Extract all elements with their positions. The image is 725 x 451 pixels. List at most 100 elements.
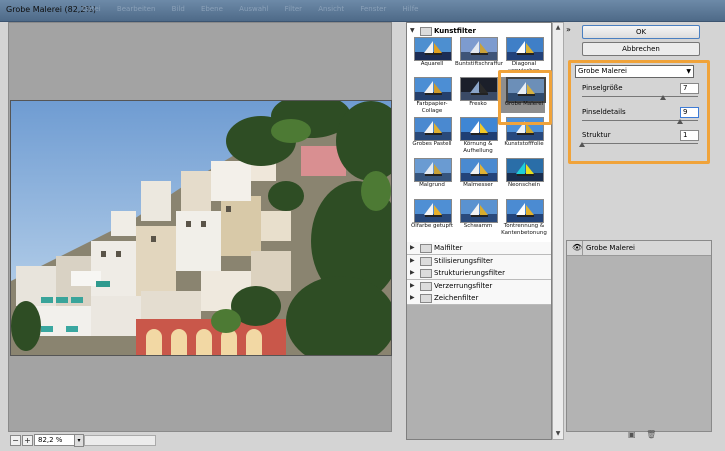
filter-thumb[interactable]: Fresko (455, 77, 501, 119)
filter-select-value: Grobe Malerei (578, 67, 627, 75)
zoom-scroll-track[interactable] (84, 435, 156, 446)
menu-item[interactable]: Auswahl (239, 5, 268, 13)
filter-thumb-image[interactable] (460, 158, 498, 182)
folder-row[interactable]: ▶ Malfilter (407, 242, 551, 255)
filter-thumb-image[interactable] (414, 199, 452, 223)
slider-track-pinselgroesse[interactable] (582, 96, 698, 97)
slider-track-struktur[interactable] (582, 143, 698, 144)
triangle-right-icon[interactable]: ▶ (410, 242, 415, 254)
slider-thumb-pinseldetails[interactable] (677, 119, 684, 124)
filter-thumb[interactable]: Grobe Malerei (501, 77, 547, 119)
filter-thumb-label: Malmesser (463, 182, 493, 188)
folder-icon (420, 294, 432, 303)
filter-thumb-image[interactable] (460, 199, 498, 223)
menu-bar: Datei Bearbeiten Bild Ebene Auswahl Filt… (82, 5, 432, 13)
param-label-pinseldetails: Pinseldetails (582, 108, 626, 116)
folder-row[interactable]: ▶ Strukturierungsfilter (407, 267, 551, 280)
menu-item[interactable]: Ebene (201, 5, 223, 13)
filter-thumb-label: Malgrund (419, 182, 445, 188)
filter-thumb-image[interactable] (506, 37, 544, 61)
folder-label: Stilisierungsfilter (434, 256, 494, 265)
folder-icon (420, 269, 432, 278)
param-label-struktur: Struktur (582, 131, 611, 139)
filter-select[interactable]: Grobe Malerei ▼ (575, 65, 694, 78)
filter-thumb[interactable]: Kunststofffolie (501, 117, 547, 159)
filter-thumb-image[interactable] (460, 37, 498, 61)
param-input-pinseldetails[interactable]: 9 (680, 107, 699, 118)
filter-thumb[interactable]: Neonschein (501, 158, 547, 200)
scroll-down-icon[interactable]: ▼ (554, 430, 562, 438)
folder-row[interactable]: ▶ Zeichenfilter (407, 292, 551, 305)
slider-thumb-struktur[interactable] (579, 142, 585, 147)
menu-item[interactable]: Bild (172, 5, 185, 13)
folder-kunstfilter[interactable]: ▼ Kunstfilter (407, 25, 551, 37)
double-chevron-up-icon[interactable]: » (566, 25, 571, 34)
filter-thumb[interactable]: Aquarell (409, 37, 455, 79)
effect-layer-name: Grobe Malerei (586, 244, 635, 252)
delete-effect-layer-icon[interactable]: 🗑 (646, 430, 656, 439)
filter-thumb[interactable]: Malmesser (455, 158, 501, 200)
filter-thumb-label: Tontrennung & Kantenbetonung (501, 223, 547, 236)
effect-layer-row[interactable]: 👁 Grobe Malerei (567, 241, 711, 256)
folder-icon (420, 244, 432, 253)
triangle-right-icon[interactable]: ▶ (410, 292, 415, 304)
filter-thumb[interactable]: Diagonal verwischen (501, 37, 547, 79)
town-photo (11, 101, 391, 355)
filter-thumb[interactable]: Buntstiftschraffur (455, 37, 503, 79)
filter-thumb-image[interactable] (460, 77, 498, 101)
param-input-pinselgroesse[interactable]: 7 (680, 83, 699, 94)
triangle-right-icon[interactable]: ▶ (410, 255, 415, 267)
filter-thumb-image[interactable] (506, 117, 544, 141)
filter-thumb-label: Diagonal verwischen (508, 61, 540, 74)
filter-thumb[interactable]: Grobes Pastell (409, 117, 455, 159)
status-bar: − + 82,2 % ▾ (8, 433, 390, 447)
filter-thumb-image[interactable] (414, 158, 452, 182)
folder-label: Strukturierungsfilter (434, 269, 505, 277)
gallery-scrollbar[interactable]: ▲ ▼ (552, 22, 564, 440)
filter-thumb-label: Kunststofffolie (504, 141, 544, 147)
filter-thumb-image[interactable] (506, 158, 544, 182)
gallery-empty-area (407, 305, 551, 439)
triangle-right-icon[interactable]: ▶ (410, 267, 415, 279)
layer-actions: ▣ 🗑 (628, 430, 664, 439)
eye-icon[interactable]: 👁 (572, 243, 582, 252)
filter-thumb-image[interactable] (506, 199, 544, 223)
zoom-out-button[interactable]: − (10, 435, 21, 446)
filter-thumb[interactable]: Malgrund (409, 158, 455, 200)
filter-thumb[interactable]: Ölfarbe getupft (409, 199, 455, 241)
filter-thumb-image[interactable] (414, 117, 452, 141)
filter-thumb[interactable]: Farbpapier-Collage (409, 77, 455, 119)
menu-item[interactable]: Datei (82, 5, 101, 13)
menu-item[interactable]: Filter (285, 5, 302, 13)
filter-thumb[interactable]: Schwamm (455, 199, 501, 241)
filter-thumb-image[interactable] (414, 37, 452, 61)
triangle-down-icon[interactable]: ▼ (410, 25, 415, 37)
chevron-down-icon: ▼ (686, 68, 691, 75)
folder-label: Zeichenfilter (434, 294, 479, 302)
triangle-right-icon[interactable]: ▶ (410, 280, 415, 292)
filter-thumb[interactable]: Körnung & Aufhellung (455, 117, 501, 159)
ok-button[interactable]: OK (582, 25, 700, 39)
filter-thumb-label: Neonschein (507, 182, 541, 188)
cancel-button[interactable]: Abbrechen (582, 42, 700, 56)
filter-thumb-image[interactable] (460, 117, 498, 141)
folder-row[interactable]: ▶ Stilisierungsfilter (407, 254, 551, 268)
slider-thumb-pinselgroesse[interactable] (660, 95, 667, 100)
filter-thumb[interactable]: Tontrennung & Kantenbetonung (501, 199, 547, 241)
zoom-dropdown[interactable]: ▾ (74, 434, 84, 447)
folder-row[interactable]: ▶ Verzerrungsfilter (407, 279, 551, 293)
param-input-struktur[interactable]: 1 (680, 130, 699, 141)
new-effect-layer-icon[interactable]: ▣ (628, 430, 636, 439)
zoom-in-button[interactable]: + (22, 435, 33, 446)
filter-thumb-image[interactable] (506, 77, 546, 103)
scroll-up-icon[interactable]: ▲ (554, 24, 562, 32)
menu-item[interactable]: Bearbeiten (117, 5, 155, 13)
title-bar: Grobe Malerei (82,2%) Datei Bearbeiten B… (0, 0, 725, 22)
filter-thumb-image[interactable] (414, 77, 452, 101)
filter-thumb-label: Buntstiftschraffur (455, 61, 503, 67)
filter-thumb-label: Grobes Pastell (412, 141, 452, 147)
menu-item[interactable]: Fenster (360, 5, 386, 13)
preview-image[interactable] (10, 100, 392, 356)
menu-item[interactable]: Ansicht (318, 5, 344, 13)
menu-item[interactable]: Hilfe (403, 5, 419, 13)
